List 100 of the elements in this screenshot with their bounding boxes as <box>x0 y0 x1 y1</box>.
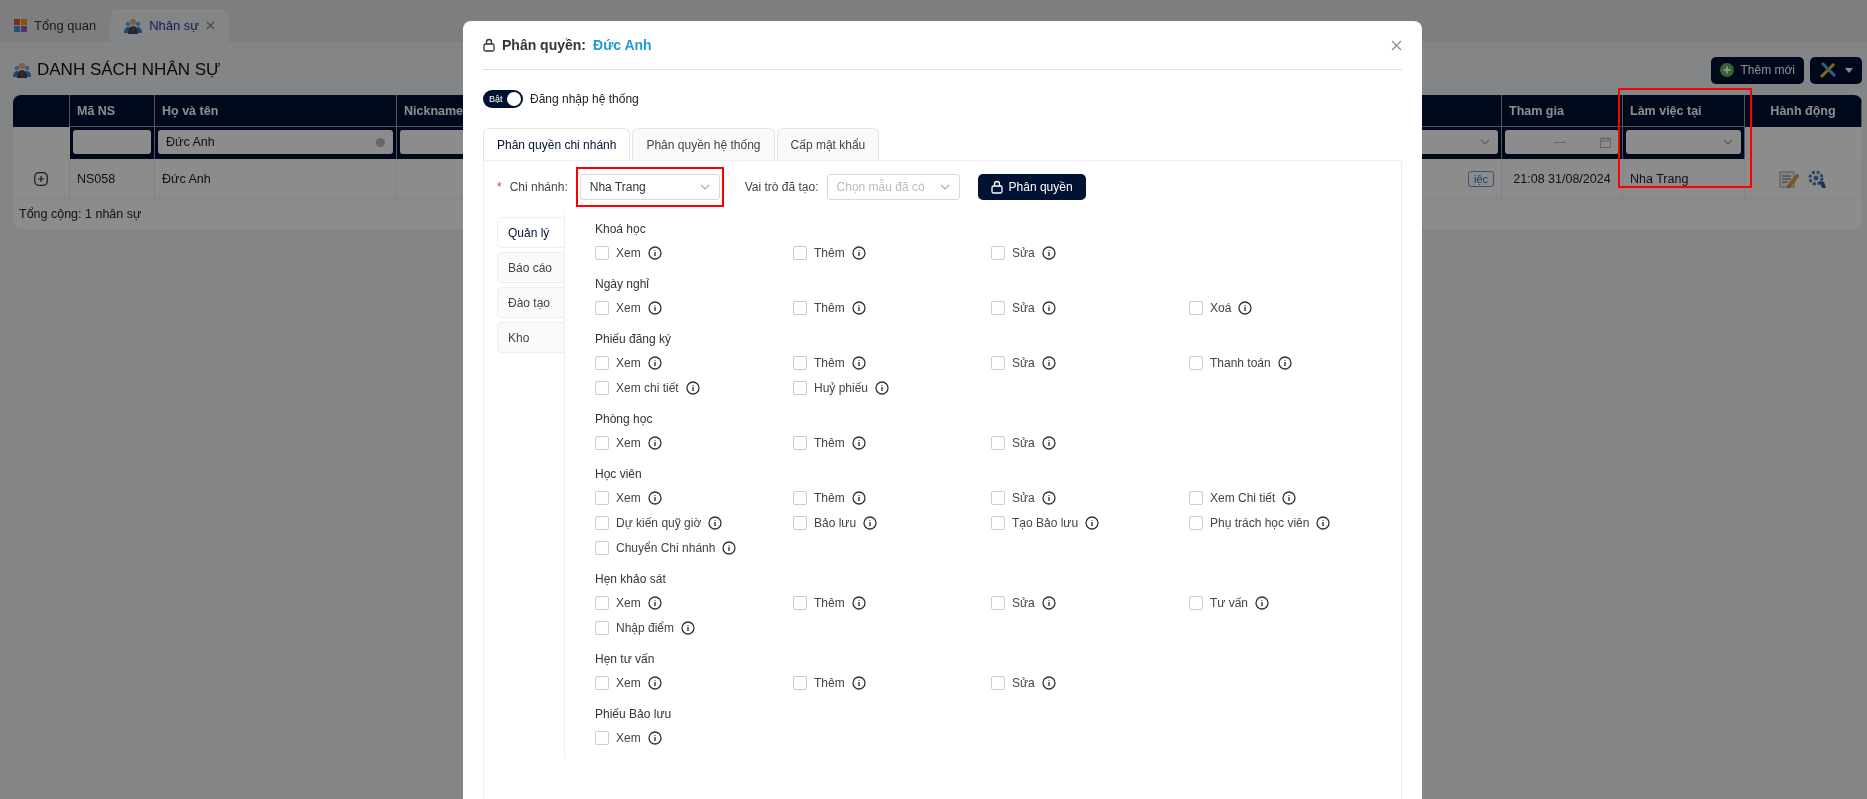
tab[interactable]: Cấp mật khẩu <box>776 128 880 160</box>
info-icon <box>685 380 700 395</box>
checkbox[interactable] <box>595 355 609 370</box>
info-icon <box>722 540 737 555</box>
info-icon <box>851 300 866 315</box>
checkbox-label: Bảo lưu <box>814 515 857 530</box>
checkbox-label: Xem <box>616 245 641 260</box>
checkbox-label: Xoá <box>1210 300 1232 315</box>
info-icon <box>1041 490 1056 505</box>
checkbox-label: Xem <box>616 730 641 745</box>
side-tab[interactable]: Kho <box>497 322 564 353</box>
checkbox[interactable] <box>793 435 807 450</box>
section-title: Phòng học <box>595 412 653 426</box>
branch-select[interactable]: Nha Trang <box>579 174 720 200</box>
checkbox[interactable] <box>793 675 807 690</box>
filter-select[interactable] <box>1626 130 1741 154</box>
status-tag: iệc <box>1467 170 1494 187</box>
checkbox[interactable] <box>595 675 609 690</box>
checkbox[interactable] <box>991 515 1005 530</box>
info-icon <box>851 675 866 690</box>
checkbox[interactable] <box>793 515 807 530</box>
clear-icon <box>376 137 385 147</box>
checkbox[interactable] <box>595 435 609 450</box>
info-icon <box>647 675 662 690</box>
checkbox-label: Sửa <box>1012 595 1035 610</box>
filter-field[interactable]: Đức Anh <box>158 130 393 154</box>
checkbox[interactable] <box>595 300 609 315</box>
checkbox[interactable] <box>595 540 609 555</box>
checkbox[interactable] <box>991 245 1005 260</box>
checkbox-label: Thêm <box>814 355 845 370</box>
checkbox[interactable] <box>991 490 1005 505</box>
close-icon[interactable] <box>206 21 216 30</box>
checkbox-label: Xem chi tiết <box>616 380 679 395</box>
checkbox-label: Xem <box>616 675 641 690</box>
checkbox[interactable] <box>595 730 609 745</box>
info-icon <box>1085 515 1100 530</box>
checkbox-label: Sửa <box>1012 675 1035 690</box>
checkbox-label: Sửa <box>1012 355 1035 370</box>
app-tab[interactable]: Tổng quan <box>0 9 111 42</box>
add-button[interactable]: Thêm mới <box>1711 56 1804 84</box>
page-title: DANH SÁCH NHÂN SỰ <box>37 60 221 80</box>
date-range-field[interactable] <box>1505 130 1619 154</box>
checkbox[interactable] <box>991 595 1005 610</box>
grant-button[interactable]: Phân quyền <box>977 174 1086 200</box>
lock-icon <box>483 38 495 52</box>
checkbox-label: Phụ trách học viên <box>1210 515 1310 530</box>
login-toggle[interactable]: Bật <box>483 90 523 108</box>
side-tab[interactable]: Đào tạo <box>497 287 564 318</box>
section-title: Phiếu Bảo lưu <box>595 707 672 721</box>
column-header: Họ và tên <box>155 95 397 127</box>
checkbox[interactable] <box>991 300 1005 315</box>
checkbox[interactable] <box>793 300 807 315</box>
checkbox[interactable] <box>991 435 1005 450</box>
table-cell: Nha Trang <box>1630 171 1689 186</box>
checkbox[interactable] <box>793 380 807 395</box>
plus-icon <box>1720 63 1735 77</box>
tools-button[interactable] <box>1810 56 1862 84</box>
checkbox[interactable] <box>595 595 609 610</box>
checkbox-label: Xem <box>616 300 641 315</box>
side-tab[interactable]: Báo cáo <box>497 252 564 283</box>
info-icon <box>1277 355 1292 370</box>
checkbox[interactable] <box>595 490 609 505</box>
info-icon <box>851 355 866 370</box>
checkbox[interactable] <box>991 355 1005 370</box>
checkbox-label: Thêm <box>814 595 845 610</box>
checkbox[interactable] <box>595 515 609 530</box>
checkbox[interactable] <box>1189 490 1203 505</box>
info-icon <box>1041 355 1056 370</box>
checkbox[interactable] <box>793 595 807 610</box>
checkbox[interactable] <box>595 380 609 395</box>
side-tab[interactable]: Quản lý <box>497 217 564 248</box>
info-icon <box>1041 675 1056 690</box>
checkbox[interactable] <box>991 675 1005 690</box>
checkbox-label: Tư vấn <box>1210 595 1249 610</box>
checkbox[interactable] <box>793 245 807 260</box>
expand-icon[interactable] <box>34 171 48 186</box>
info-icon <box>1041 595 1056 610</box>
info-icon <box>647 730 662 745</box>
checkbox[interactable] <box>1189 595 1203 610</box>
section-title: Hẹn tư vấn <box>595 652 655 666</box>
app-tab[interactable]: Nhân sự <box>110 9 230 42</box>
info-icon <box>647 245 662 260</box>
checkbox[interactable] <box>1189 300 1203 315</box>
checkbox[interactable] <box>595 245 609 260</box>
close-icon[interactable] <box>1391 39 1402 51</box>
checkbox[interactable] <box>793 490 807 505</box>
checkbox[interactable] <box>595 620 609 635</box>
gear-icon[interactable] <box>1807 168 1827 189</box>
caret-icon <box>1845 67 1853 73</box>
user-name: Đức Anh <box>593 37 652 53</box>
info-icon <box>1041 435 1056 450</box>
checkbox[interactable] <box>1189 355 1203 370</box>
filter-field[interactable] <box>73 130 151 154</box>
checkbox[interactable] <box>1189 515 1203 530</box>
column-header: Tham gia <box>1502 95 1623 127</box>
chevron-down-icon <box>939 184 950 190</box>
checkbox[interactable] <box>793 355 807 370</box>
tab[interactable]: Phân quyền chi nhánh <box>483 128 631 160</box>
tab[interactable]: Phân quyền hệ thống <box>632 128 775 160</box>
edit-icon[interactable] <box>1779 169 1799 188</box>
